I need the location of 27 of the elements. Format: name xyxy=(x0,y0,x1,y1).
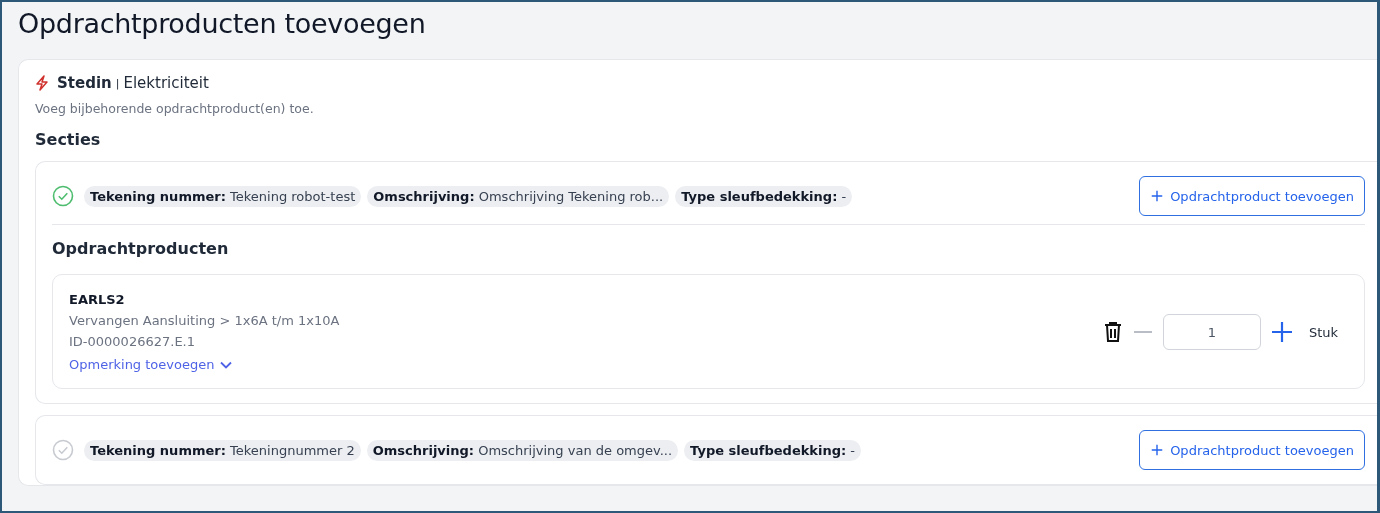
product-id: ID-0000026627.E.1 xyxy=(69,334,196,349)
unit-label: Stuk xyxy=(1308,324,1338,340)
description-text: Voeg bijbehorende opdrachtproduct(en) toe. xyxy=(35,101,315,116)
info-tag: Type sleufbedekking: - xyxy=(675,185,853,207)
trash-icon[interactable] xyxy=(1102,321,1123,343)
info-tag: Tekening nummer: Tekeningnummer 2 xyxy=(84,439,361,461)
category-label: Elektriciteit xyxy=(123,74,209,92)
plus-icon xyxy=(1150,189,1165,203)
quantity-field[interactable]: 1 xyxy=(1162,314,1261,350)
products-heading: Opdrachtproducten xyxy=(52,239,230,258)
sections-heading: Secties xyxy=(35,130,102,149)
product-description: Vervangen Aansluiting > 1x6A t/m 1x10A xyxy=(69,313,341,328)
add-remark-link[interactable]: Opmerking toevoegen xyxy=(69,357,233,372)
product-code: EARLS2 xyxy=(69,292,126,307)
info-tag: Omschrijving: Omschrijving Tekening rob... xyxy=(367,185,670,207)
plus-icon[interactable] xyxy=(1270,321,1293,343)
add-product-button[interactable]: Opdrachtproduct toevoegen xyxy=(1139,176,1365,216)
separator: | xyxy=(115,76,120,90)
chevron-down-icon xyxy=(220,360,233,369)
info-tag: Omschrijving: Omschrijving van de omgev... xyxy=(366,439,679,461)
lightning-icon xyxy=(35,75,49,91)
info-tag: Type sleufbedekking: - xyxy=(684,439,862,461)
info-tag: Tekening nummer: Tekening robot-test xyxy=(84,185,362,207)
add-product-button[interactable]: Opdrachtproduct toevoegen xyxy=(1139,430,1365,470)
page-title: Opdrachtproducten toevoegen xyxy=(18,8,427,39)
plus-icon xyxy=(1150,443,1165,457)
company-name: Stedin xyxy=(57,74,112,92)
